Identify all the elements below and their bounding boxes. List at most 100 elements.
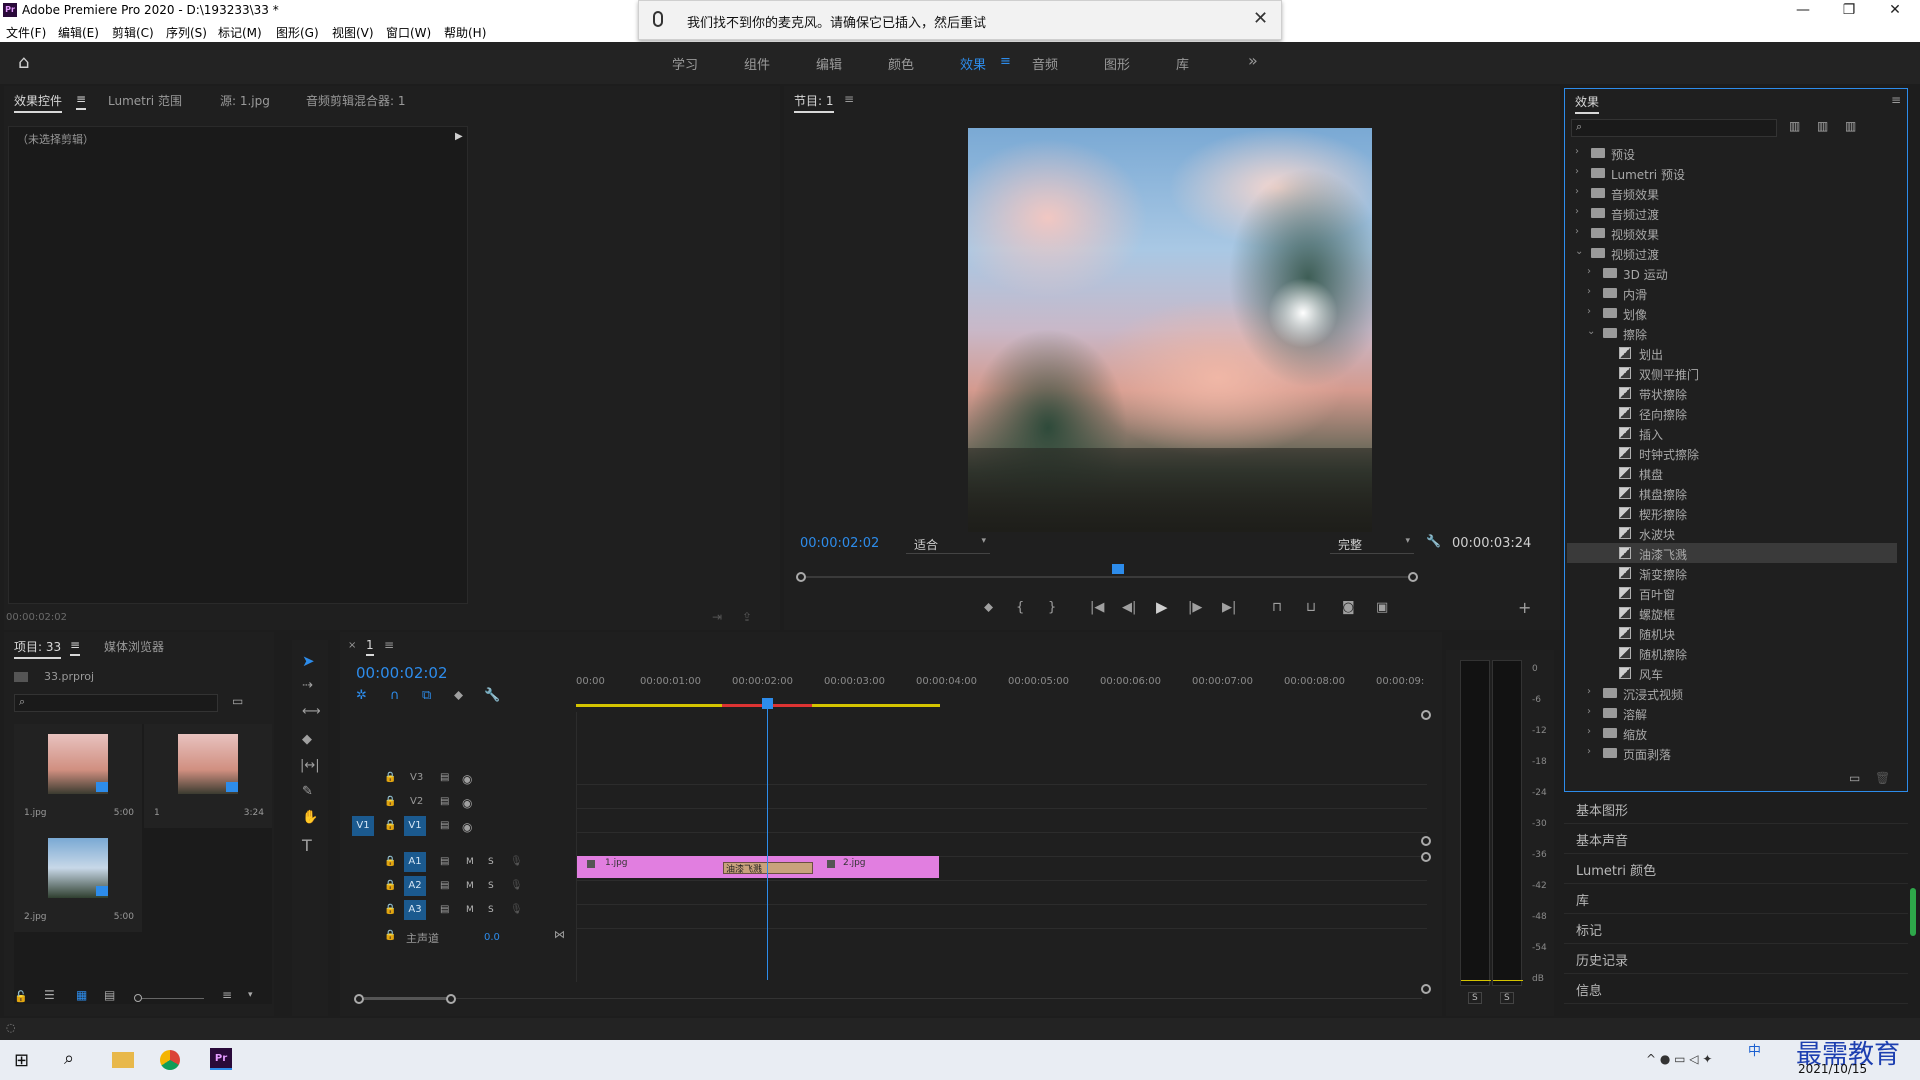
scroll-handle-right[interactable]	[446, 994, 456, 1004]
share-icon[interactable]: ⇪	[742, 610, 752, 624]
slider-handle[interactable]	[134, 994, 142, 1002]
menu-window[interactable]: 窗口(W)	[386, 24, 431, 41]
go-to-in-button[interactable]: |◀	[1090, 600, 1104, 615]
effect-folder[interactable]: › 溶解	[1567, 703, 1897, 723]
minimize-button[interactable]: —	[1780, 0, 1826, 22]
lock-icon[interactable]: 🔒	[384, 904, 396, 915]
list-view-icon[interactable]: ☰	[44, 988, 55, 1002]
add-button[interactable]: +	[1518, 598, 1531, 617]
mark-out-button[interactable]: }	[1048, 600, 1056, 615]
tab-project[interactable]: 项目: 33	[14, 638, 62, 659]
effect-item[interactable]: 带状擦除	[1567, 383, 1897, 403]
workspace-effects[interactable]: 效果	[960, 54, 986, 73]
sync-lock-icon[interactable]: ▤	[440, 820, 449, 831]
32bit-effects-icon[interactable]: ▥	[1817, 119, 1828, 133]
chevron-right-icon[interactable]: ›	[1575, 146, 1589, 157]
chevron-right-icon[interactable]: ›	[1587, 266, 1601, 277]
workspace-color[interactable]: 颜色	[888, 54, 914, 73]
transition-paint-splatter[interactable]: 油漆飞溅	[723, 862, 813, 875]
solo-button[interactable]: S	[488, 905, 494, 915]
effect-item[interactable]: 随机块	[1567, 623, 1897, 643]
workspace-libraries[interactable]: 库	[1176, 54, 1189, 73]
horizontal-scrollbar[interactable]	[354, 994, 1422, 1004]
track-label-a2[interactable]: A2	[404, 876, 426, 896]
effect-folder[interactable]: › 视频效果	[1567, 223, 1897, 243]
menu-edit[interactable]: 编辑(E)	[58, 24, 99, 41]
search-icon[interactable]: ⌕	[64, 1048, 74, 1069]
program-timecode[interactable]: 00:00:02:02	[800, 536, 879, 551]
lock-icon[interactable]: 🔒	[384, 796, 396, 807]
effect-item[interactable]: 百叶窗	[1567, 583, 1897, 603]
menu-marker[interactable]: 标记(M)	[218, 24, 262, 41]
new-bin-icon[interactable]: ▭	[1849, 771, 1860, 785]
effect-folder[interactable]: › 3D 运动	[1567, 263, 1897, 283]
more-workspaces-button[interactable]: »	[1248, 51, 1258, 70]
type-tool-icon[interactable]: T	[302, 836, 312, 855]
tab-source[interactable]: 源: 1.jpg	[220, 92, 270, 109]
scroll-thumb[interactable]	[364, 997, 448, 1000]
accelerated-effects-icon[interactable]: ▥	[1789, 119, 1800, 133]
export-icon[interactable]: ⇥	[712, 610, 722, 624]
workspace-editing[interactable]: 编辑	[816, 54, 842, 73]
quality-dropdown[interactable]: 完整 ▾	[1330, 534, 1414, 554]
project-menu-icon[interactable]: ≡	[70, 638, 81, 656]
sequence-menu-icon[interactable]: ≡	[384, 638, 394, 652]
lock-icon[interactable]: 🔒	[384, 820, 396, 831]
tab-effects[interactable]: 效果	[1575, 93, 1600, 114]
effect-item[interactable]: 渐变擦除	[1567, 563, 1897, 583]
panel-history[interactable]: 历史记录	[1564, 944, 1908, 974]
solo-button[interactable]: S	[488, 857, 494, 867]
lock-icon[interactable]: 🔒	[384, 856, 396, 867]
panel-info[interactable]: 信息	[1564, 974, 1908, 1004]
effect-item[interactable]: 水波块	[1567, 523, 1897, 543]
linked-selection-icon[interactable]: ⧉	[422, 688, 431, 703]
selection-tool-icon[interactable]: ➤	[302, 652, 315, 670]
effect-item[interactable]: 螺旋框	[1567, 603, 1897, 623]
effect-folder[interactable]: ⌄ 擦除	[1567, 323, 1897, 343]
effect-folder[interactable]: › 预设	[1567, 143, 1897, 163]
solo-button[interactable]: S	[488, 881, 494, 891]
effect-item[interactable]: 径向擦除	[1567, 403, 1897, 423]
lock-icon[interactable]: 🔓	[14, 990, 28, 1003]
effect-item[interactable]: 双侧平推门	[1567, 363, 1897, 383]
effect-item[interactable]: 风车	[1567, 663, 1897, 683]
hand-tool-icon[interactable]: ✋	[302, 810, 318, 825]
sync-lock-icon[interactable]: ▤	[440, 772, 449, 783]
microphone-icon[interactable]: 🎙	[510, 856, 523, 867]
home-icon[interactable]: ⌂	[18, 52, 29, 73]
effect-item[interactable]: 油漆飞溅	[1567, 543, 1897, 563]
add-marker-icon[interactable]: ⬥	[454, 688, 463, 703]
yuv-effects-icon[interactable]: ▥	[1845, 119, 1856, 133]
go-to-out-button[interactable]: ▶|	[1222, 600, 1236, 615]
menu-graphics[interactable]: 图形(G)	[276, 24, 319, 41]
sort-icon[interactable]: ≡	[222, 988, 232, 1002]
lock-icon[interactable]: 🔒	[384, 880, 396, 891]
workspace-learn[interactable]: 学习	[672, 54, 698, 73]
file-explorer-icon[interactable]	[112, 1052, 134, 1068]
windows-start-icon[interactable]: ⊞	[14, 1050, 29, 1071]
timeline-settings-wrench-icon[interactable]: 🔧	[484, 688, 500, 703]
go-to-end-icon[interactable]: ⋈	[554, 928, 565, 941]
step-forward-button[interactable]: |▶	[1188, 600, 1202, 615]
nest-toggle-icon[interactable]: ✲	[356, 688, 367, 703]
chevron-down-icon[interactable]: ⌄	[1575, 246, 1589, 257]
menu-help[interactable]: 帮助(H)	[444, 24, 486, 41]
ime-indicator[interactable]: 中	[1748, 1040, 1761, 1059]
effect-folder[interactable]: › 内滑	[1567, 283, 1897, 303]
chevron-right-icon[interactable]: ›	[1575, 206, 1589, 217]
scrub-out-handle[interactable]	[1408, 572, 1418, 582]
vertical-scroll-handle[interactable]	[1421, 852, 1431, 862]
icon-view-icon[interactable]: ▦	[76, 988, 87, 1002]
chevron-right-icon[interactable]: ›	[1587, 746, 1601, 757]
effect-item[interactable]: 楔形擦除	[1567, 503, 1897, 523]
timeline-playhead-line[interactable]	[767, 698, 768, 980]
sync-lock-icon[interactable]: ▤	[440, 796, 449, 807]
effect-item[interactable]: 随机擦除	[1567, 643, 1897, 663]
track-label-v1[interactable]: V1	[404, 816, 426, 836]
effect-folder[interactable]: › 音频过渡	[1567, 203, 1897, 223]
effect-folder[interactable]: › 沉浸式视频	[1567, 683, 1897, 703]
microphone-icon[interactable]: 🎙	[510, 904, 523, 915]
comparison-view-button[interactable]: ▣	[1376, 600, 1388, 615]
new-bin-icon[interactable]: ▭	[232, 694, 243, 708]
effect-item[interactable]: 棋盘	[1567, 463, 1897, 483]
